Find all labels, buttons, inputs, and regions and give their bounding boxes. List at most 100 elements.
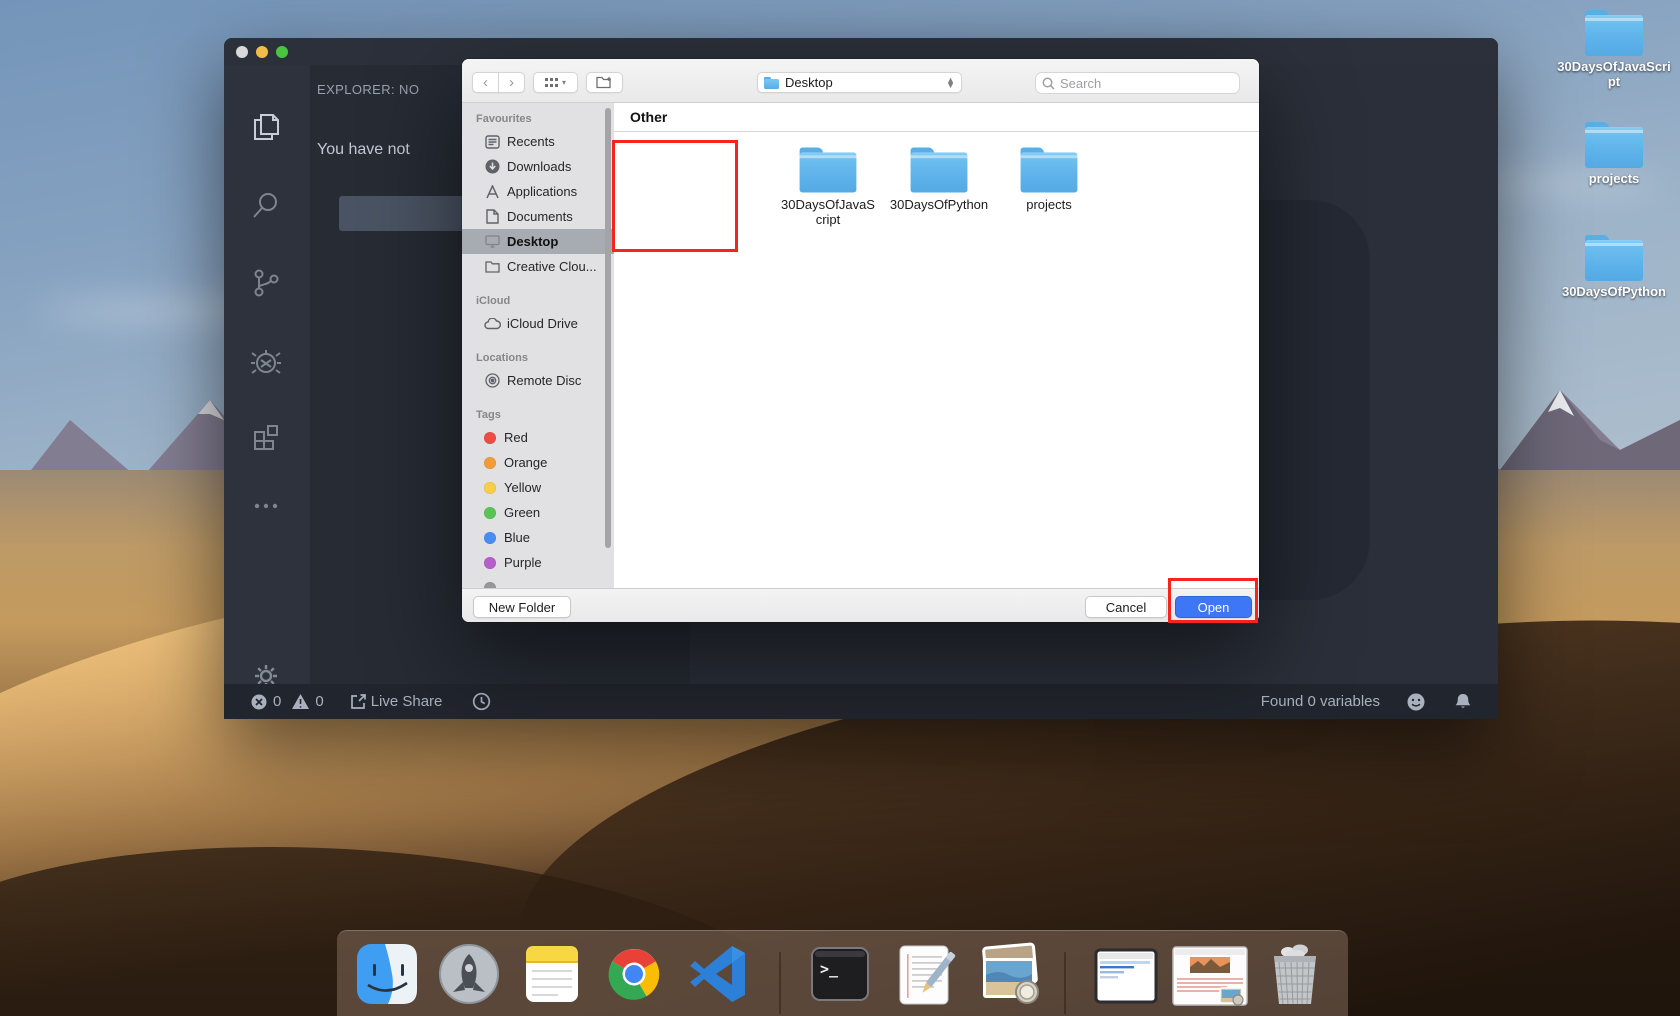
tag-color-dot (484, 432, 496, 444)
file-item-label: 30DaysOfPython (889, 198, 989, 213)
sidebar-item-label: Recents (507, 134, 555, 149)
sidebar-item-label: Orange (504, 455, 547, 470)
sidebar-item-applications[interactable]: Applications (462, 179, 614, 204)
search-icon[interactable] (246, 186, 286, 226)
sidebar-item-label: Applications (507, 184, 577, 199)
clock-icon[interactable] (472, 692, 491, 711)
desktop-icon-label: projects (1554, 172, 1674, 187)
explorer-icon[interactable] (246, 107, 286, 147)
explorer-panel-title: EXPLORER: NO (317, 82, 419, 97)
desktop-icon-30daysofpython[interactable]: 30DaysOfPython (1554, 235, 1674, 300)
dock-notes-icon[interactable] (520, 942, 584, 1006)
dock-finder-icon[interactable] (355, 942, 419, 1006)
dock-separator (779, 952, 781, 1014)
sidebar-item-label: Yellow (504, 480, 541, 495)
errors-icon[interactable] (250, 693, 268, 711)
cancel-button[interactable]: Cancel (1085, 596, 1167, 618)
folder-icon (1585, 235, 1643, 281)
popup-arrows-icon: ▲▼ (946, 78, 955, 88)
dock-textedit-icon[interactable] (892, 942, 956, 1006)
search-input[interactable] (1060, 76, 1220, 91)
file-item-projects[interactable]: projects (999, 147, 1099, 213)
forward-button[interactable]: › (498, 72, 525, 93)
sidebar-item-label: Purple (504, 555, 542, 570)
sidebar-item-label: Creative Clou... (507, 259, 597, 274)
back-button[interactable]: ‹ (472, 72, 499, 93)
disc-icon (484, 372, 501, 389)
folder-icon (800, 147, 857, 192)
live-share-icon[interactable] (350, 693, 367, 710)
search-field[interactable] (1035, 72, 1240, 94)
folder-icon (1585, 10, 1643, 56)
sidebar-item-remote-disc[interactable]: Remote Disc (462, 368, 614, 393)
dialog-sidebar: Favourites Recents Downloads Application… (462, 103, 614, 588)
applications-icon (484, 183, 501, 200)
folder-icon (484, 258, 501, 275)
view-options-button[interactable]: ▾ (533, 72, 578, 93)
sidebar-item-icloud-drive[interactable]: iCloud Drive (462, 311, 614, 336)
feedback-smiley-icon[interactable] (1406, 692, 1426, 712)
sidebar-item-tag-purple[interactable]: Purple (462, 550, 614, 575)
debug-icon[interactable] (246, 343, 286, 383)
file-item-30daysofjavascript[interactable]: 30DaysOfJavaScript (778, 147, 878, 228)
file-item-label: projects (999, 198, 1099, 213)
sidebar-item-recents[interactable]: Recents (462, 129, 614, 154)
dock-launchpad-icon[interactable] (437, 942, 501, 1006)
sidebar-item-creative-cloud[interactable]: Creative Clou... (462, 254, 614, 279)
sidebar-item-tag-yellow[interactable]: Yellow (462, 475, 614, 500)
sidebar-item-documents[interactable]: Documents (462, 204, 614, 229)
dock-chrome-icon[interactable] (602, 942, 666, 1006)
dock-trash-icon[interactable] (1262, 942, 1328, 1006)
svg-text:>_: >_ (820, 960, 839, 978)
file-item-30daysofpython[interactable]: 30DaysOfPython (889, 147, 989, 213)
location-dropdown[interactable]: Desktop ▲▼ (757, 72, 962, 93)
live-share-label[interactable]: Live Share (371, 693, 443, 710)
sidebar-item-tag-blue[interactable]: Blue (462, 525, 614, 550)
sidebar-item-desktop[interactable]: Desktop (462, 229, 614, 254)
desktop-icon-label: 30DaysOfJavaScript (1554, 60, 1674, 89)
dock-terminal-icon[interactable]: >_ (808, 942, 872, 1006)
dock-preview-icon[interactable] (975, 942, 1039, 1006)
window-close-button[interactable] (236, 46, 248, 58)
annotation-box-folder (612, 140, 738, 252)
search-icon (1042, 77, 1055, 90)
source-control-icon[interactable] (246, 263, 286, 303)
warning-count[interactable]: 0 (315, 693, 323, 710)
desktop-icon-30daysofjavascript[interactable]: 30DaysOfJavaScript (1554, 10, 1674, 89)
sidebar-item-tag-orange[interactable]: Orange (462, 450, 614, 475)
location-value: Desktop (785, 75, 833, 90)
dock-minimized-browser-window[interactable] (1172, 946, 1236, 1010)
window-zoom-button[interactable] (276, 46, 288, 58)
window-minimize-button[interactable] (256, 46, 268, 58)
sidebar-item-label: Remote Disc (507, 373, 581, 388)
found-variables-label[interactable]: Found 0 variables (1261, 693, 1380, 710)
dialog-toolbar: ‹ › ▾ Desktop ▲▼ (462, 59, 1259, 103)
sidebar-item-tag-green[interactable]: Green (462, 500, 614, 525)
sidebar-section-title: Favourites (462, 109, 614, 129)
sidebar-item-label: Desktop (507, 234, 558, 249)
sidebar-section-title: iCloud (462, 291, 614, 311)
new-folder-icon (596, 76, 613, 89)
desktop-icon-projects[interactable]: projects (1554, 122, 1674, 187)
sidebar-item-label: Green (504, 505, 540, 520)
vscode-status-bar: 0 0 Live Share Found 0 variables (224, 684, 1498, 719)
dock-minimized-code-window[interactable] (1094, 948, 1158, 1012)
new-folder-button[interactable]: New Folder (473, 596, 571, 618)
sidebar-scrollbar[interactable] (605, 108, 611, 548)
new-folder-toolbar-button[interactable] (586, 72, 623, 93)
tag-color-dot (484, 507, 496, 519)
sidebar-item-label: iCloud Drive (507, 316, 578, 331)
warnings-icon[interactable] (291, 693, 310, 710)
dock-vscode-icon[interactable] (686, 942, 750, 1006)
sidebar-item-tag-partial[interactable] (462, 575, 614, 588)
extensions-icon[interactable] (246, 417, 286, 457)
file-item-label: 30DaysOfJavaScript (778, 198, 878, 228)
sidebar-item-tag-red[interactable]: Red (462, 425, 614, 450)
sidebar-item-downloads[interactable]: Downloads (462, 154, 614, 179)
error-count[interactable]: 0 (273, 693, 281, 710)
annotation-box-open-button (1168, 578, 1258, 623)
recents-icon (484, 133, 501, 150)
downloads-icon (484, 158, 501, 175)
more-actions-icon[interactable] (246, 486, 286, 526)
notifications-bell-icon[interactable] (1454, 692, 1472, 711)
